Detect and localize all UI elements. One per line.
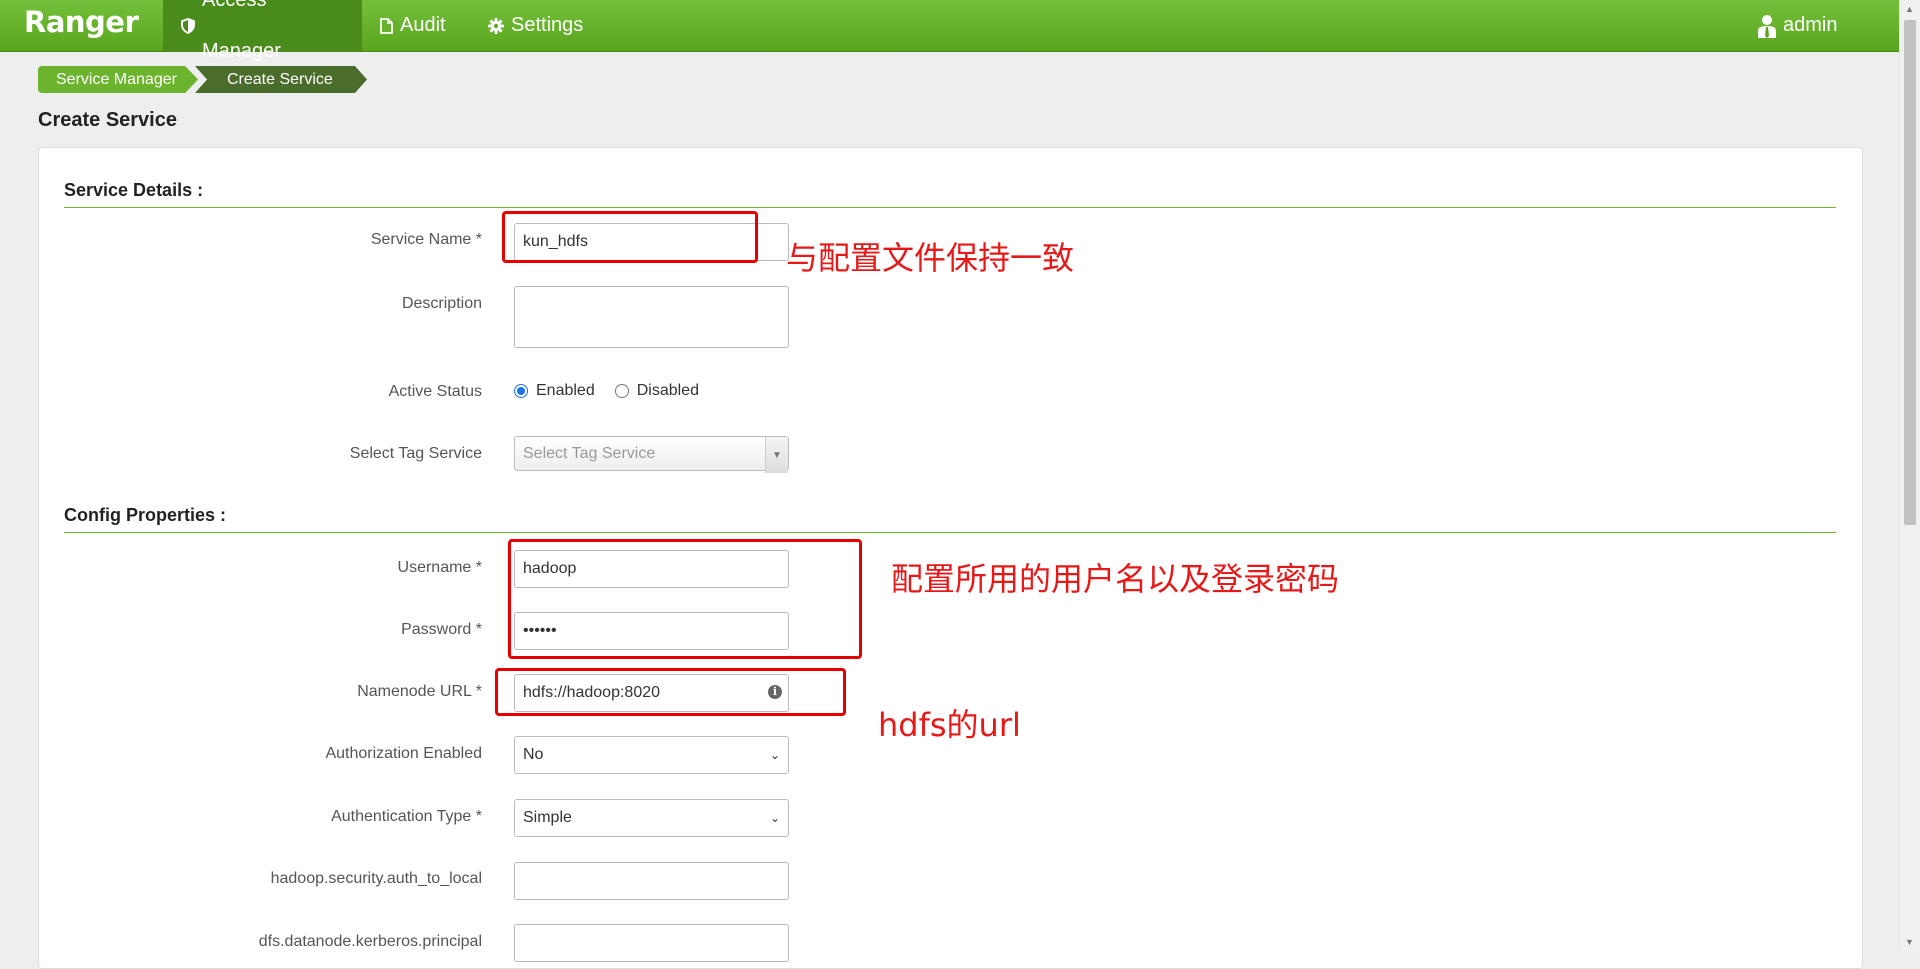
scroll-down-icon[interactable]: ▼ [1905,937,1914,947]
disabled-radio-label[interactable]: Disabled [637,382,699,400]
breadcrumb-create-service: Create Service [195,66,367,93]
gear-icon [488,17,504,34]
user-icon [1758,14,1776,38]
nav-audit[interactable]: Audit [362,0,464,51]
nav-access-manager-label: Access Manager [202,0,281,62]
nav-settings[interactable]: Settings [470,0,601,51]
config-properties-heading: Config Properties : [64,505,1836,533]
annotation-box-service-name [502,211,758,263]
authorization-enabled-label: Authorization Enabled [325,745,482,762]
auth-to-local-label: hadoop.security.auth_to_local [270,870,482,887]
tag-service-label: Select Tag Service [349,445,482,462]
tag-service-select[interactable]: Select Tag Service ▼ [514,436,789,473]
authorization-enabled-select[interactable]: No ⌄ [514,736,789,774]
file-icon [380,17,393,34]
page-title: Create Service [38,109,177,131]
datanode-principal-input[interactable] [514,924,789,962]
brand-logo[interactable]: Ranger [24,5,139,39]
vertical-scrollbar[interactable]: ▲ ▼ [1899,0,1920,951]
annotation-box-url [495,668,846,716]
username-label: Username * [397,559,482,576]
chevron-down-icon: ⌄ [769,811,780,825]
annotation-service-name-note: 与配置文件保持一致 [786,239,1075,277]
authorization-enabled-value: No [523,746,544,763]
scroll-up-icon[interactable]: ▲ [1905,4,1914,14]
nav-audit-label: Audit [400,14,446,36]
breadcrumb-service-manager[interactable]: Service Manager [38,66,198,93]
authentication-type-label: Authentication Type * [331,808,482,825]
user-menu[interactable]: admin [1740,0,1855,51]
service-name-label: Service Name * [370,231,482,248]
annotation-url-note: hdfs的url [878,706,1021,744]
annotation-box-credentials [508,539,862,659]
disabled-radio[interactable] [614,384,629,398]
authentication-type-select[interactable]: Simple ⌄ [514,799,789,837]
enabled-radio[interactable] [514,384,528,398]
active-status-radio-group: Enabled Disabled [514,382,699,400]
authentication-type-value: Simple [523,809,572,826]
dropdown-arrow-icon[interactable]: ▼ [765,437,788,473]
scroll-thumb[interactable] [1904,20,1916,525]
nav-access-manager[interactable]: Access Manager [163,0,362,62]
service-details-heading: Service Details : [64,180,1836,208]
shield-icon [181,17,195,34]
chevron-down-icon: ⌄ [769,748,780,762]
top-navbar: Ranger Access Manager Audit Se [0,0,1899,62]
description-label: Description [401,295,482,312]
annotation-credentials-note: 配置所用的用户名以及登录密码 [891,560,1340,598]
datanode-principal-label: dfs.datanode.kerberos.principal [258,933,482,950]
password-label: Password * [401,621,482,638]
nav-settings-label: Settings [511,14,584,36]
user-name: admin [1783,14,1838,36]
tag-service-placeholder: Select Tag Service [523,445,656,462]
description-textarea[interactable] [514,286,789,348]
namenode-url-label: Namenode URL * [357,683,482,700]
active-status-label: Active Status [388,383,482,400]
enabled-radio-label[interactable]: Enabled [536,382,595,400]
auth-to-local-input[interactable] [514,862,789,900]
